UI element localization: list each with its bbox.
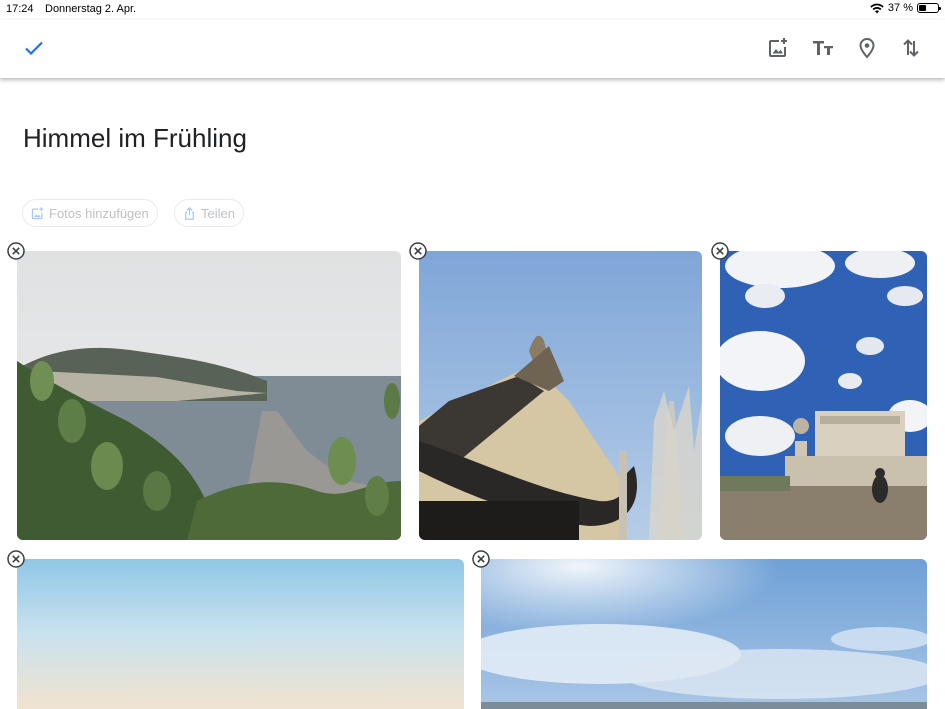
- photo-temple-roof[interactable]: [419, 251, 702, 540]
- share-label: Teilen: [201, 205, 235, 221]
- location-pin-icon[interactable]: [855, 36, 879, 60]
- album-title[interactable]: Himmel im Frühling: [23, 123, 247, 154]
- status-date: Donnerstag 2. Apr.: [45, 3, 137, 15]
- add-photo-icon: [31, 206, 44, 219]
- status-bar: 17:24 Donnerstag 2. Apr. 37 %: [0, 0, 945, 20]
- remove-photo-icon[interactable]: [711, 242, 729, 260]
- remove-photo-icon[interactable]: [7, 550, 25, 568]
- photo-coastline[interactable]: [17, 251, 401, 540]
- photo-sunny-sky[interactable]: [481, 559, 927, 709]
- add-photos-label: Fotos hinzufügen: [49, 205, 149, 221]
- reorder-icon[interactable]: [899, 36, 923, 60]
- share-icon: [185, 206, 194, 220]
- battery-icon: [917, 3, 941, 13]
- add-photos-button[interactable]: Fotos hinzufügen: [22, 199, 158, 227]
- status-time: 17:24: [6, 3, 34, 15]
- battery-percentage: 37 %: [887, 2, 913, 14]
- photo-gradient-sky[interactable]: [17, 559, 464, 709]
- text-format-icon[interactable]: [811, 36, 835, 60]
- share-button[interactable]: Teilen: [174, 199, 244, 227]
- toolbar: [0, 20, 945, 78]
- remove-photo-icon[interactable]: [409, 242, 427, 260]
- add-photo-icon[interactable]: [766, 36, 790, 60]
- status-right: 37 %: [870, 2, 941, 14]
- check-icon[interactable]: [22, 36, 46, 60]
- wifi-icon: [870, 3, 884, 13]
- remove-photo-icon[interactable]: [7, 242, 25, 260]
- photo-palace[interactable]: [720, 251, 927, 540]
- remove-photo-icon[interactable]: [472, 550, 490, 568]
